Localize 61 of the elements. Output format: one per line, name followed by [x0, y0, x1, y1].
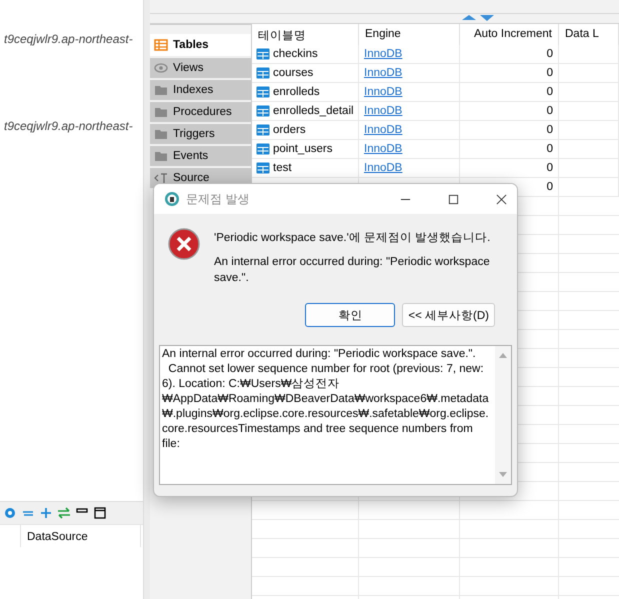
engine-link[interactable]: InnoDB — [364, 67, 402, 79]
engine-link[interactable]: InnoDB — [364, 105, 402, 117]
table-name: checkins — [273, 48, 318, 60]
table-cell: 0 — [460, 121, 559, 139]
folder-icon — [154, 127, 168, 141]
table-icon — [256, 67, 270, 79]
table-icon — [256, 124, 270, 136]
connection-label[interactable]: t9ceqjwlr9.ap-northeast- — [4, 32, 133, 46]
table-icon — [256, 48, 270, 60]
folder-icon — [154, 105, 168, 119]
table-cell: 0 — [460, 45, 559, 63]
table-cell: 0 — [460, 102, 559, 120]
app-logo-icon — [164, 191, 180, 207]
ok-button[interactable]: 확인 — [305, 303, 396, 327]
table-name: courses — [273, 67, 314, 79]
error-icon — [168, 228, 200, 260]
connection-label[interactable]: t9ceqjwlr9.ap-northeast- — [4, 119, 133, 133]
eye-icon — [154, 61, 168, 75]
object-tab[interactable]: Procedures — [150, 102, 251, 123]
engine-link[interactable]: InnoDB — [364, 162, 402, 174]
table-name: orders — [273, 124, 306, 136]
column-header: DataSource — [21, 525, 141, 547]
table-cell: 0 — [460, 64, 559, 82]
object-tab[interactable]: Indexes — [150, 80, 251, 101]
scrollbar[interactable] — [495, 346, 511, 484]
object-tab[interactable]: Events — [150, 146, 251, 167]
maximize-icon[interactable] — [93, 506, 107, 520]
folder-icon — [154, 83, 168, 97]
table-name: test — [273, 162, 292, 174]
engine-link[interactable]: InnoDB — [364, 124, 402, 136]
details-text-area[interactable] — [159, 345, 512, 485]
table-cell: 0 — [460, 83, 559, 101]
maximize-icon[interactable] — [448, 194, 459, 204]
plus-icon[interactable] — [39, 506, 53, 520]
object-tab[interactable]: Triggers — [150, 124, 251, 145]
code-icon — [154, 171, 168, 185]
table-icon — [256, 143, 270, 155]
object-tab[interactable]: Views — [150, 58, 251, 79]
table-name: point_users — [273, 143, 332, 155]
error-reason: An internal error occurred during: "Periodic workspace save.". — [214, 255, 491, 286]
details-button[interactable]: << 세부사항(D) — [402, 303, 495, 327]
engine-link[interactable]: InnoDB — [364, 48, 402, 60]
error-message: 'Periodic workspace save.'에 문제점이 발생했습니다. — [214, 231, 492, 245]
dialog-title: 문제점 발생 — [186, 190, 250, 208]
table-icon — [256, 105, 270, 117]
details-text: An internal error occurred during: "Periodic workspace save.". Cannot set lower sequence number for root (previous: 7, new: 6). Location: C:₩Users₩삼성전자₩AppData₩Roaming₩DBeaverData₩workspace6₩.metadata₩.plugins₩org.eclipse.core.resources₩.safetable₩org.eclipse.core.resourcesTimestamps and tree sequence numbers from file: — [161, 347, 490, 452]
scroll-down-icon[interactable] — [499, 472, 507, 478]
table-name: enrolleds_detail — [273, 105, 354, 117]
table-cell: 0 — [460, 159, 559, 177]
scroll-up-icon[interactable] — [499, 352, 507, 358]
table-icon — [256, 162, 270, 174]
close-icon[interactable] — [496, 194, 507, 204]
table-cell: 0 — [460, 140, 559, 158]
sort-arrows-icon[interactable] — [460, 14, 496, 22]
engine-link[interactable]: InnoDB — [364, 143, 402, 155]
engine-link[interactable]: InnoDB — [364, 86, 402, 98]
table-icon — [256, 86, 270, 98]
object-tab[interactable]: Tables — [150, 34, 251, 57]
folder-icon — [154, 149, 168, 163]
table-name: enrolleds — [273, 86, 320, 98]
table-icon — [154, 38, 168, 52]
